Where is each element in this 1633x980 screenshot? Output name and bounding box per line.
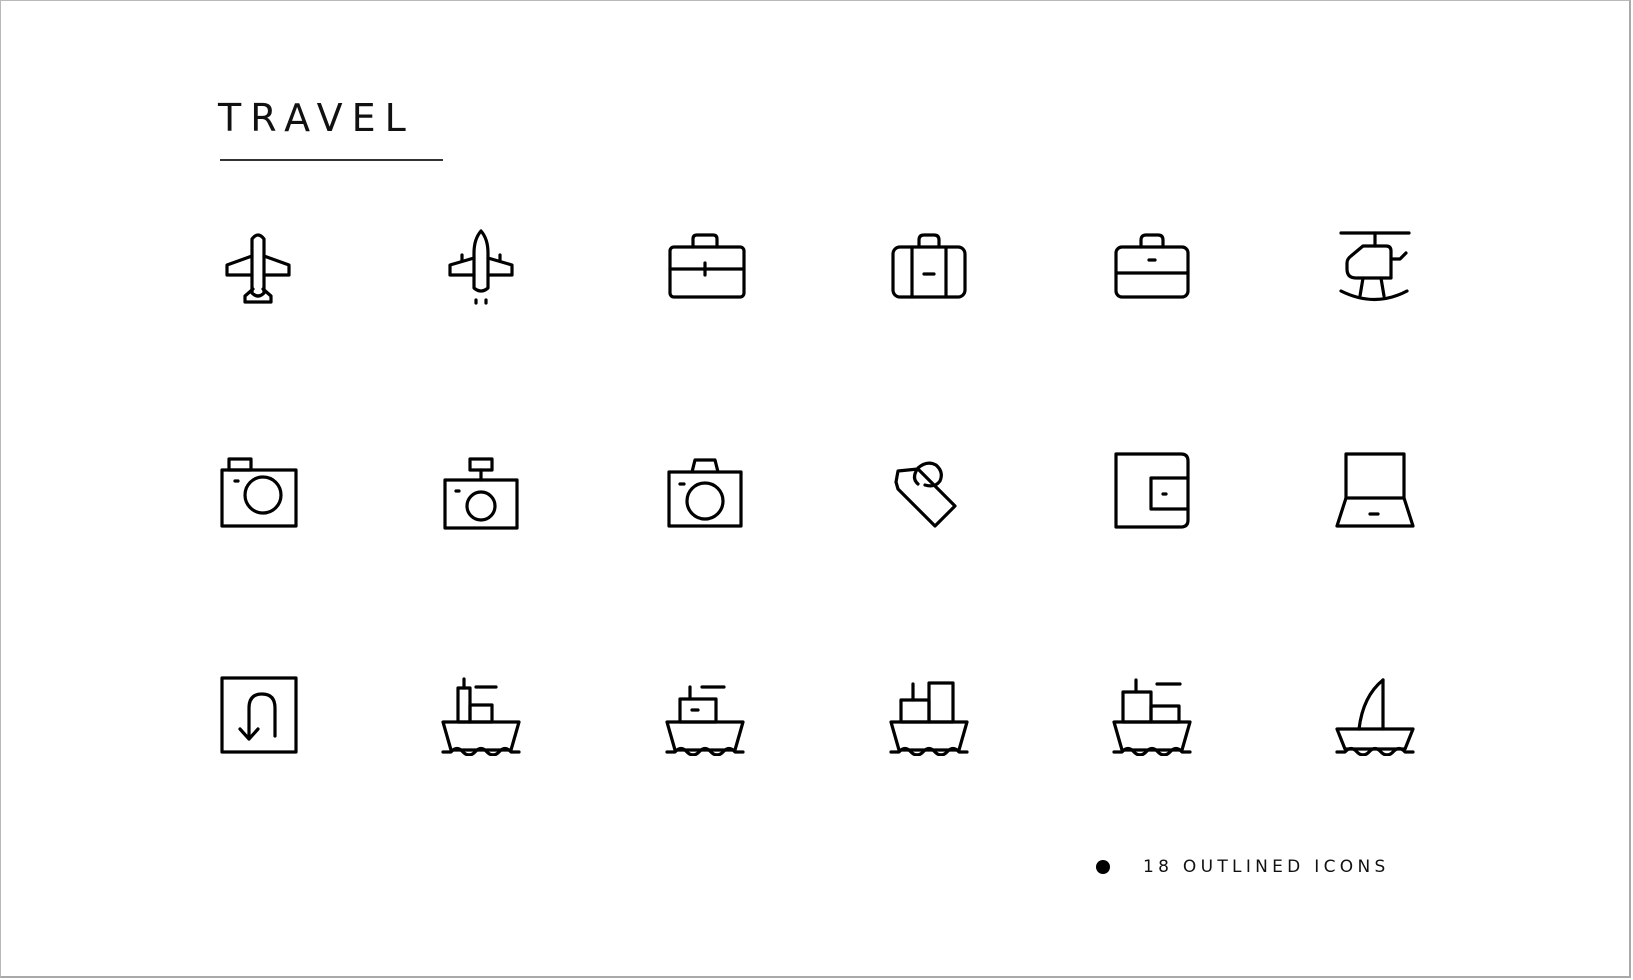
airplane-top-view-icon bbox=[216, 223, 300, 307]
bag-icon bbox=[1110, 223, 1194, 307]
wallet-icon bbox=[1110, 448, 1194, 532]
icon-count-caption: 18 OUTLINED ICONS bbox=[1096, 855, 1390, 879]
suitcase-luggage-icon bbox=[887, 223, 971, 307]
icon-grid bbox=[0, 0, 1633, 980]
camera-flash-icon bbox=[439, 448, 523, 532]
container-ship-icon bbox=[887, 672, 971, 756]
jet-airplane-icon bbox=[439, 223, 523, 307]
cargo-ship-icon bbox=[439, 672, 523, 756]
photo-camera-icon bbox=[663, 448, 747, 532]
helicopter-icon bbox=[1333, 223, 1417, 307]
u-turn-sign-icon bbox=[216, 672, 300, 756]
sailboat-icon bbox=[1333, 672, 1417, 756]
laptop-icon bbox=[1333, 448, 1417, 532]
camera-icon bbox=[216, 448, 300, 532]
boat-icon bbox=[663, 672, 747, 756]
icon-count-label: 18 OUTLINED ICONS bbox=[1143, 857, 1390, 877]
briefcase-icon bbox=[663, 223, 747, 307]
bullet-dot-icon bbox=[1096, 860, 1110, 874]
luggage-tag-icon bbox=[887, 448, 971, 532]
freight-ship-icon bbox=[1110, 672, 1194, 756]
